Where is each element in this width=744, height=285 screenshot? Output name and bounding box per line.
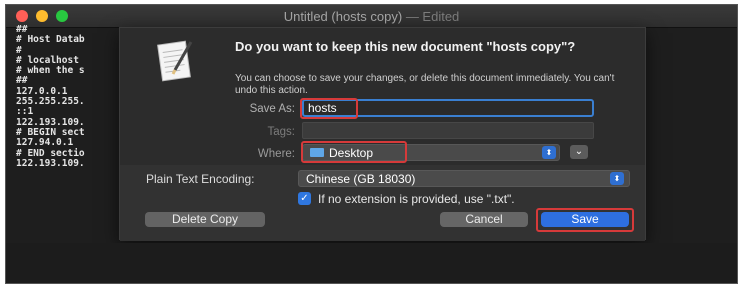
- tags-label: Tags:: [267, 126, 296, 138]
- encoding-value[interactable]: Chinese (GB 18030): [306, 172, 415, 186]
- tags-field[interactable]: [302, 122, 594, 139]
- chevron-down-icon: ⌄: [574, 146, 584, 157]
- delete-copy-button[interactable]: Delete Copy: [145, 212, 265, 227]
- where-label: Where:: [257, 148, 295, 160]
- encoding-label: Plain Text Encoding:: [146, 172, 255, 186]
- check-icon: ✓: [300, 193, 309, 204]
- cancel-button[interactable]: Cancel: [440, 212, 528, 227]
- save-dialog: Do you want to keep this new document "h…: [119, 27, 646, 241]
- encoding-stepper-icon[interactable]: ⬍: [610, 172, 624, 185]
- save-as-label: Save As:: [249, 103, 295, 115]
- window-title-text: Untitled (hosts copy): [283, 9, 403, 24]
- extension-checkbox[interactable]: ✓: [298, 192, 311, 205]
- dialog-message: You can choose to save your changes, or …: [235, 73, 615, 96]
- text-edit-window: Untitled (hosts copy) — Edited ## # Host …: [5, 4, 738, 284]
- save-button-highlight: [536, 208, 634, 232]
- edited-indicator: — Edited: [402, 9, 460, 24]
- extension-checkbox-label[interactable]: If no extension is provided, use ".txt".: [318, 192, 515, 206]
- expand-button[interactable]: ⌄: [570, 145, 588, 159]
- editor-empty-area: [6, 243, 737, 283]
- where-highlight: [301, 141, 407, 163]
- where-stepper-icon[interactable]: ⬍: [542, 146, 556, 159]
- document-icon: [157, 40, 193, 82]
- dialog-heading: Do you want to keep this new document "h…: [235, 39, 576, 54]
- window-title: Untitled (hosts copy) — Edited: [6, 9, 737, 24]
- save-as-highlight: [300, 98, 358, 119]
